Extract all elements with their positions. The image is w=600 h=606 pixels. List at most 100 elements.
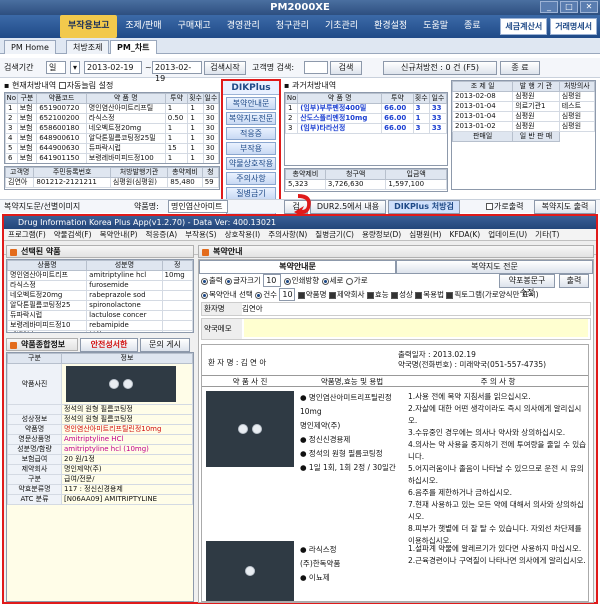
dik-menu-item-8[interactable]: 용량정보(D)	[358, 229, 405, 240]
dikplus-item-4[interactable]: 약물상호작용	[226, 157, 276, 170]
drug-name-input[interactable]: 명인염산아미트	[168, 200, 228, 213]
current-rx-row[interactable]: 2 보험 652100200 라식스정 0.50 1 30	[5, 113, 219, 124]
history-row[interactable]: 2013-02-08 심평원 심평원	[452, 91, 595, 102]
current-rx-cell: 1	[164, 123, 189, 134]
dikplus-item-1[interactable]: 복약지도전문	[226, 112, 276, 125]
tab-guide-pro[interactable]: 복약지도 전문	[396, 260, 593, 274]
tab-prescription[interactable]: 처방조제	[66, 40, 110, 54]
dikplus-item-3[interactable]: 부작용	[226, 142, 276, 155]
drug2-warnings: 1.설파계 약물에 알레르기가 있다면 사용하지 마십시오. 2.근육경련이나 구…	[408, 543, 588, 567]
right-button-0[interactable]: 세금계산서	[500, 18, 548, 35]
pharmacy-memo-input[interactable]	[244, 319, 589, 337]
past-rx-row[interactable]: 1 (임부)부루펜정400밀 66.00 3 33	[285, 103, 447, 114]
dur-view-button[interactable]: DUR2.5에서 내용보기	[310, 200, 386, 223]
basic-row: 보험급여 20 원/1정	[7, 454, 193, 465]
dikplus-item-5[interactable]: 주의사항	[226, 172, 276, 185]
auto-check-box[interactable]	[58, 82, 66, 89]
dik-menubar: 프로그램(F) 약물검색(F) 복약안내(P) 적응증(A) 부작용(S) 상호작용(I)…	[4, 229, 596, 241]
dikplus-item-0[interactable]: 복약안내문	[226, 97, 276, 110]
tab-pm-chart[interactable]: PM_차트	[110, 40, 157, 54]
menu-item-6[interactable]: 환경설정	[366, 15, 415, 38]
selected-row[interactable]: 펜벨연송복합	[7, 330, 193, 332]
past-total-col-header: 총약제비	[285, 169, 326, 180]
dik-menu-item-10[interactable]: KFDA(K)	[445, 229, 484, 240]
date-from-input[interactable]: 2013-02-19	[84, 61, 142, 74]
right-button-1[interactable]: 거래명세서	[550, 18, 597, 35]
dik-menu-item-4[interactable]: 부작용(S)	[181, 229, 220, 240]
patient-name-input[interactable]: 김연아	[242, 304, 263, 313]
menu-item-3[interactable]: 경영관리	[219, 15, 268, 38]
doc-pharmacy: 약국명(전화번호) : 미래약국(051-557-4735)	[398, 360, 547, 369]
dik-menu-item-0[interactable]: 프로그램(F)	[4, 229, 50, 240]
menu-item-0[interactable]: 부작용보고	[60, 15, 118, 38]
dik-menu-item-5[interactable]: 상호작용(I)	[221, 229, 265, 240]
period-select-2[interactable]: ▾	[70, 61, 80, 74]
tab-drug-info[interactable]: 약품종합정보	[6, 338, 78, 351]
current-rx-cell: 30	[202, 143, 219, 154]
current-rx-cell: 651900720	[36, 103, 87, 114]
selected-row[interactable]: 보령레바미피드정10 rebamipide	[7, 320, 193, 331]
selected-row[interactable]: 듀파락시럽 lactulose concer	[7, 310, 193, 321]
menu-item-8[interactable]: 종료	[456, 15, 489, 38]
history-row[interactable]: 2013-01-04 심평원 심평원	[452, 111, 595, 122]
menu-item-2[interactable]: 구매재고	[170, 15, 219, 38]
menu-item-7[interactable]: 도움말	[415, 15, 456, 38]
selected-row[interactable]: 라식스정 furosemide	[7, 280, 193, 291]
current-rx-row[interactable]: 6 보험 641901150 보령레바미피드정100 1 1 30	[5, 153, 219, 163]
menu-item-4[interactable]: 청구관리	[268, 15, 317, 38]
patient-col-header: 청	[201, 167, 219, 178]
new-prescription-button[interactable]: 신규처방전 : 0 건 (F5)	[383, 61, 497, 75]
patient-search-button[interactable]: 검색	[330, 61, 362, 75]
minimize-icon[interactable]: _	[540, 1, 558, 13]
selected-row[interactable]: 명인염산아미트리프 amitriptyline hcl 10mg	[7, 270, 193, 281]
dik-menu-item-9[interactable]: 심평원(H)	[405, 229, 445, 240]
end-button[interactable]: 종 료	[500, 61, 540, 75]
patient-search-input[interactable]	[304, 61, 328, 74]
current-rx-row[interactable]: 1 보험 651900720 명인염산아미트리프틸 1 1 30	[5, 103, 219, 114]
past-rx-cell: (임부)타라선정	[297, 123, 383, 134]
menu-item-1[interactable]: 조제/판매	[117, 15, 169, 38]
dik-menu-item-12[interactable]: 기타(T)	[531, 229, 563, 240]
basic-label: 성분명/함량	[7, 444, 62, 455]
period-select[interactable]: 일	[46, 61, 66, 74]
search-start-button[interactable]: 검색시작	[204, 61, 246, 75]
dik-menu-item-11[interactable]: 업데이트(U)	[484, 229, 531, 240]
drug-photo[interactable]	[66, 366, 176, 402]
dik-menu-item-6[interactable]: 주의사항(N)	[264, 229, 311, 240]
past-rx-row[interactable]: 2 산도스플리멘정10mg 66.00 1 33	[285, 113, 447, 124]
font-size-select[interactable]: 10	[263, 274, 282, 287]
current-rx-row[interactable]: 4 보험 648900610 알닥톤필름코팅정25밀 1 1 30	[5, 133, 219, 144]
tab-guide-text[interactable]: 복약안내문	[199, 260, 396, 274]
maximize-icon[interactable]: □	[560, 1, 578, 13]
close-icon[interactable]: ✕	[580, 1, 598, 13]
dik-menu-item-1[interactable]: 약물검색(F)	[50, 229, 96, 240]
past-rx-row[interactable]: 3 (임부)타라선정 66.00 3 33	[285, 123, 447, 134]
selected-row[interactable]: 네오벡트정20mg rabeprazole sod	[7, 290, 193, 301]
history-row[interactable]: 2013-01-04 의료기관1 테스트	[452, 101, 595, 112]
edit-label-button[interactable]: 약포봉문구 수정	[499, 274, 555, 297]
date-to-input[interactable]: 2013-02-19	[152, 61, 202, 83]
tab-inquiry[interactable]: 문의 게시	[140, 338, 190, 352]
selected-row[interactable]: 알닥톤필름코팅정25 spironolactone	[7, 300, 193, 311]
current-rx-cell: 0.50	[164, 113, 189, 124]
dik-menu-item-2[interactable]: 복약안내(P)	[96, 229, 142, 240]
dik-menu-item-3[interactable]: 적응증(A)	[142, 229, 182, 240]
count-select[interactable]: 10	[279, 288, 296, 301]
current-rx-row[interactable]: 3 보험 658600180 네오벡트정20mg 1 1 30	[5, 123, 219, 134]
history-row[interactable]: 2013-01-02 심평원 심평원	[452, 121, 595, 132]
current-rx-cell: 보령레바미피드정100	[85, 153, 166, 163]
horizontal-print-check[interactable]: 가로출력	[486, 201, 523, 213]
tab-pm-home[interactable]: PM Home	[4, 40, 56, 54]
drug1-warnings: 1.사용 전에 복약 지침서를 읽으십시오. 2.자살에 대한 어떤 생각이라도 …	[408, 391, 588, 547]
basic-label: 성상정보	[7, 414, 62, 425]
dik-menu-item-7[interactable]: 질병금기(C)	[311, 229, 358, 240]
dikplus-item-2[interactable]: 적응증	[226, 127, 276, 140]
menu-item-5[interactable]: 기초관리	[317, 15, 366, 38]
dikplus-review-button[interactable]: DIKPlus 처방검토	[388, 200, 460, 223]
guide-print-button[interactable]: 복약지도 출력	[534, 200, 596, 214]
past-rx-cell: 3	[285, 123, 299, 134]
print-button[interactable]: 출력	[559, 274, 589, 288]
tab-safety-letter[interactable]: 안전성서한	[80, 338, 138, 352]
past-rx-grid: No 약 품 명 투약 횟수 일수 1 (임부)부루펜정400밀 66.00 3 33 2 산도스플리…	[284, 92, 448, 166]
current-rx-row[interactable]: 5 보험 644900630 듀파락시럽 15 1 30	[5, 143, 219, 154]
